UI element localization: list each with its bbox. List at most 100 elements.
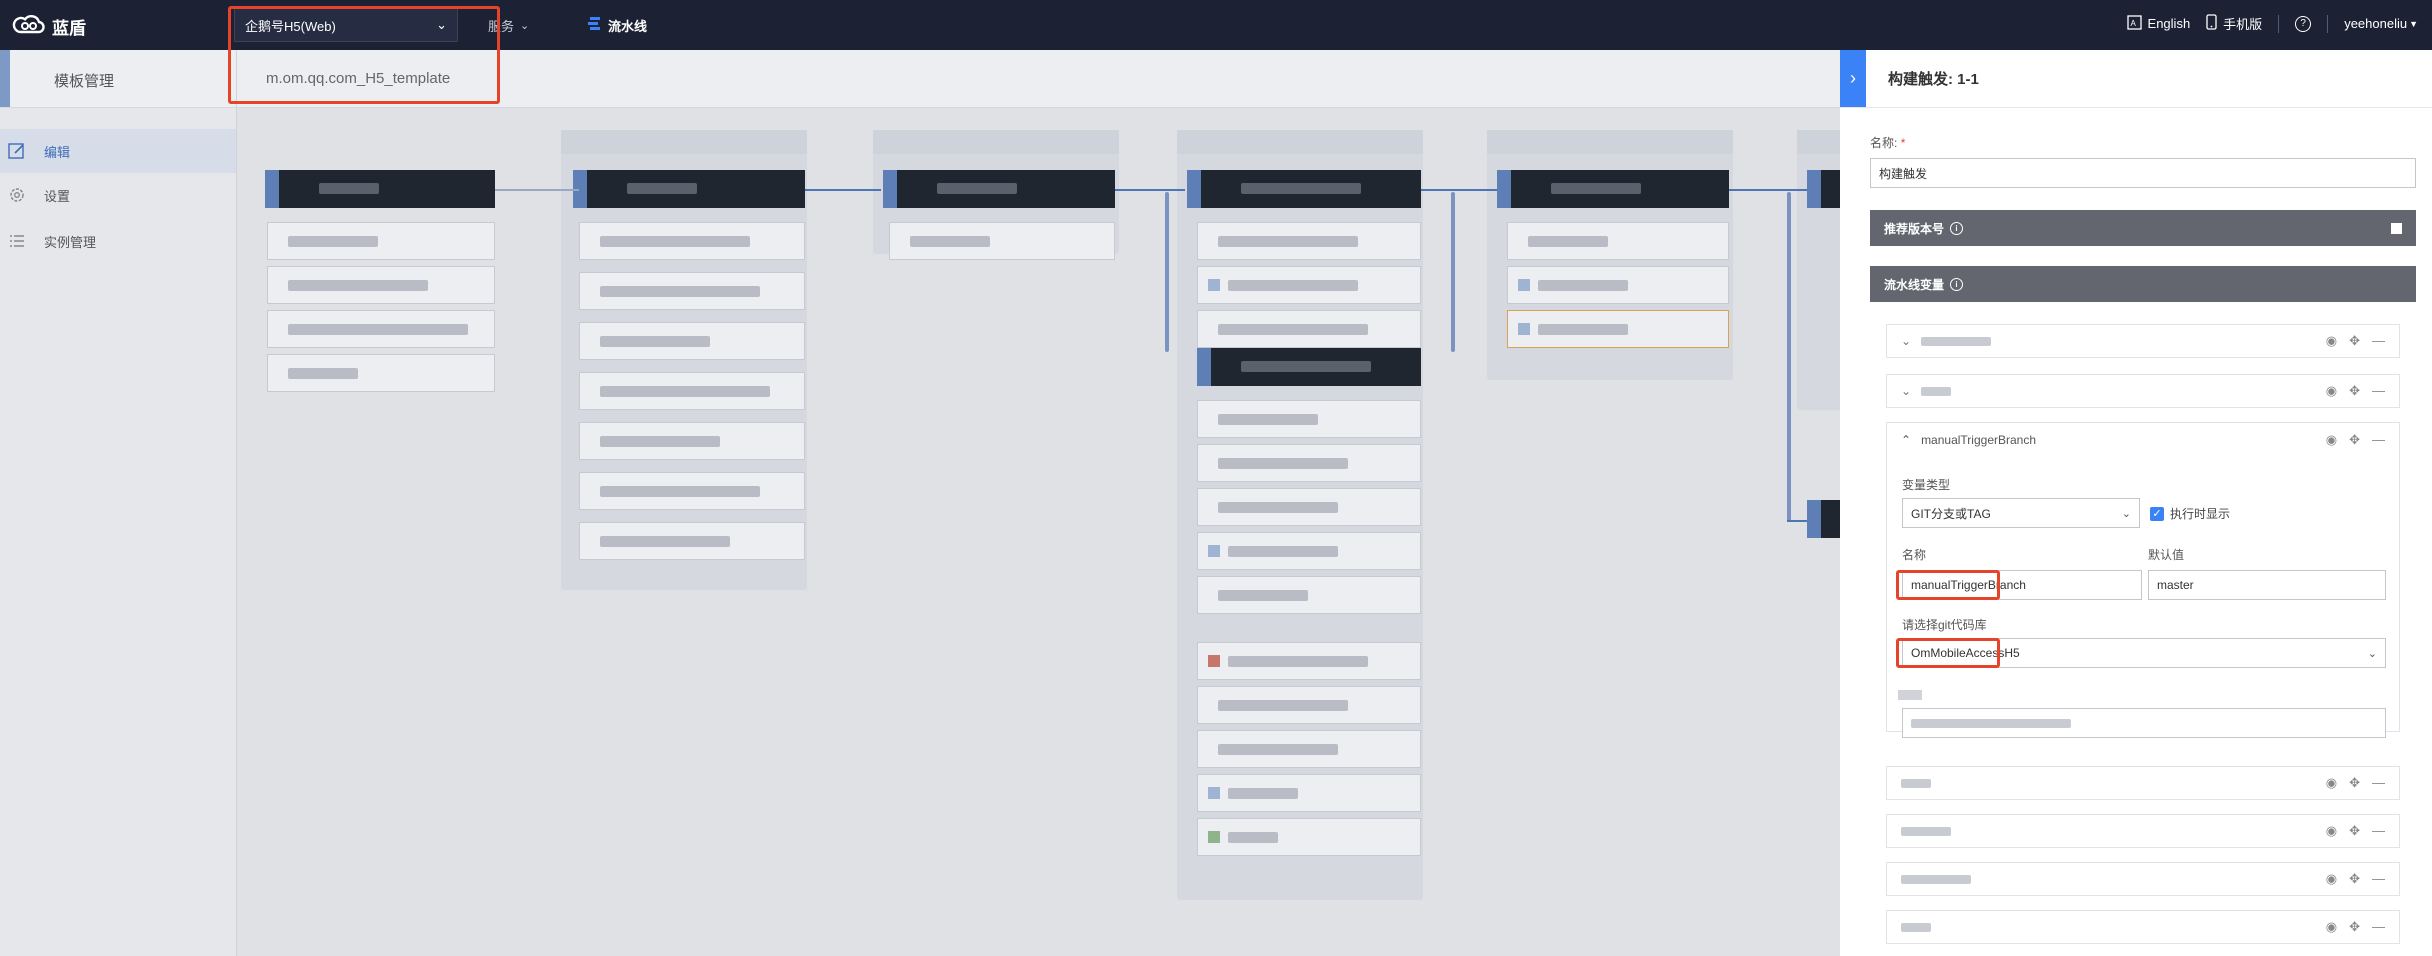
default-value-input[interactable]: master	[2148, 570, 2386, 600]
move-icon[interactable]: ✥	[2349, 432, 2360, 448]
mobile-version-link[interactable]: 手机版	[2206, 14, 2262, 33]
job-card[interactable]	[579, 222, 805, 260]
job-card[interactable]	[267, 310, 495, 348]
variable-type-value: GIT分支或TAG	[1911, 506, 1991, 521]
sidebar: 编辑 设置 实例管理	[0, 108, 237, 956]
move-icon[interactable]: ✥	[2349, 775, 2360, 791]
subbar-accent	[0, 50, 10, 107]
language-switch[interactable]: A English	[2126, 14, 2190, 33]
job-card[interactable]	[579, 322, 805, 360]
variable-row[interactable]: ⌄ ◉ ✥ —	[1886, 324, 2400, 358]
nav-pipeline[interactable]: 流水线	[588, 16, 647, 35]
eye-icon[interactable]: ◉	[2326, 432, 2337, 448]
remove-icon[interactable]: —	[2372, 775, 2385, 791]
move-icon[interactable]: ✥	[2349, 333, 2360, 349]
job-card[interactable]	[579, 422, 805, 460]
highlight-box	[1896, 638, 2000, 668]
section-title: 模板管理	[54, 73, 115, 90]
pipeline-vars-label: 流水线变量	[1884, 277, 1945, 292]
help-icon[interactable]: ?	[2295, 15, 2312, 32]
eye-icon[interactable]: ◉	[2326, 383, 2337, 399]
pipeline-vars-section[interactable]: 流水线变量 i	[1870, 266, 2416, 302]
job-card[interactable]	[1507, 310, 1729, 348]
stage-job-head[interactable]	[265, 170, 495, 208]
job-card[interactable]	[1507, 222, 1729, 260]
job-card[interactable]	[579, 472, 805, 510]
sidebar-item-instances[interactable]: 实例管理	[0, 219, 236, 263]
job-card[interactable]	[1197, 686, 1421, 724]
remove-icon[interactable]: —	[2372, 919, 2385, 935]
stage-job-head[interactable]	[1197, 348, 1421, 386]
recommend-version-checkbox[interactable]	[2391, 222, 2402, 234]
sidebar-item-settings[interactable]: 设置	[0, 173, 236, 217]
highlight-box	[228, 6, 500, 104]
job-card[interactable]	[1197, 400, 1421, 438]
job-card[interactable]	[267, 266, 495, 304]
stage-job-head[interactable]	[573, 170, 805, 208]
eye-icon[interactable]: ◉	[2326, 333, 2337, 349]
move-icon[interactable]: ✥	[2349, 871, 2360, 887]
name-label: 名称: *	[1870, 134, 1905, 151]
name-input[interactable]: 构建触发	[1870, 158, 2416, 188]
job-card[interactable]	[267, 222, 495, 260]
job-card[interactable]	[1197, 222, 1421, 260]
stage-job-head[interactable]	[883, 170, 1115, 208]
variable-row[interactable]: ◉ ✥ —	[1886, 814, 2400, 848]
variable-row[interactable]: ◉ ✥ —	[1886, 862, 2400, 896]
move-icon[interactable]: ✥	[2349, 919, 2360, 935]
job-card[interactable]	[1197, 576, 1421, 614]
show-on-run-checkbox[interactable]: ✓ 执行时显示	[2150, 505, 2230, 522]
eye-icon[interactable]: ◉	[2326, 919, 2337, 935]
caret-down-icon: ▼	[2409, 18, 2418, 29]
stage-job-head[interactable]	[1807, 500, 1840, 538]
job-card[interactable]	[267, 354, 495, 392]
job-card[interactable]	[1197, 532, 1421, 570]
variable-row[interactable]: ◉ ✥ —	[1886, 910, 2400, 944]
stage-job-head[interactable]	[1187, 170, 1421, 208]
variable-header[interactable]: ⌃ manualTriggerBranch ◉ ✥ —	[1887, 423, 2399, 457]
blurred-label	[1898, 690, 1922, 700]
job-card[interactable]	[1197, 444, 1421, 482]
blurred-input[interactable]	[1902, 708, 2386, 738]
default-value: master	[2157, 578, 2194, 592]
stage-job-head[interactable]	[1807, 170, 1840, 208]
job-card[interactable]	[1197, 488, 1421, 526]
job-card[interactable]	[1197, 774, 1421, 812]
show-on-run-label: 执行时显示	[2170, 507, 2231, 521]
job-card[interactable]	[1197, 642, 1421, 680]
info-icon: i	[1950, 277, 1964, 291]
cloud-logo-icon	[12, 12, 46, 41]
sidebar-item-label: 设置	[44, 188, 71, 204]
eye-icon[interactable]: ◉	[2326, 871, 2337, 887]
user-menu[interactable]: yeehoneliu ▼	[2344, 16, 2418, 31]
job-card[interactable]	[579, 272, 805, 310]
recommend-version-label: 推荐版本号	[1884, 221, 1945, 236]
job-card[interactable]	[579, 372, 805, 410]
sidebar-item-edit[interactable]: 编辑	[0, 129, 236, 173]
remove-icon[interactable]: —	[2372, 333, 2385, 349]
eye-icon[interactable]: ◉	[2326, 775, 2337, 791]
stage-job-head[interactable]	[1497, 170, 1729, 208]
remove-icon[interactable]: —	[2372, 823, 2385, 839]
stage-connector	[495, 189, 579, 191]
app-logo[interactable]: 蓝盾	[12, 12, 86, 41]
remove-icon[interactable]: —	[2372, 432, 2385, 448]
collapse-panel-button[interactable]: ›	[1840, 50, 1866, 107]
remove-icon[interactable]: —	[2372, 871, 2385, 887]
variable-type-select[interactable]: GIT分支或TAG ⌄	[1902, 498, 2140, 528]
recommend-version-section[interactable]: 推荐版本号 i	[1870, 210, 2416, 246]
variable-row[interactable]: ◉ ✥ —	[1886, 766, 2400, 800]
variable-row[interactable]: ⌄ ◉ ✥ —	[1886, 374, 2400, 408]
job-card[interactable]	[1197, 730, 1421, 768]
chevron-down-icon: ⌄	[520, 20, 530, 32]
job-card[interactable]	[889, 222, 1115, 260]
move-icon[interactable]: ✥	[2349, 823, 2360, 839]
remove-icon[interactable]: —	[2372, 383, 2385, 399]
job-card[interactable]	[1507, 266, 1729, 304]
job-card[interactable]	[1197, 310, 1421, 348]
job-card[interactable]	[1197, 266, 1421, 304]
job-card[interactable]	[1197, 818, 1421, 856]
job-card[interactable]	[579, 522, 805, 560]
eye-icon[interactable]: ◉	[2326, 823, 2337, 839]
move-icon[interactable]: ✥	[2349, 383, 2360, 399]
